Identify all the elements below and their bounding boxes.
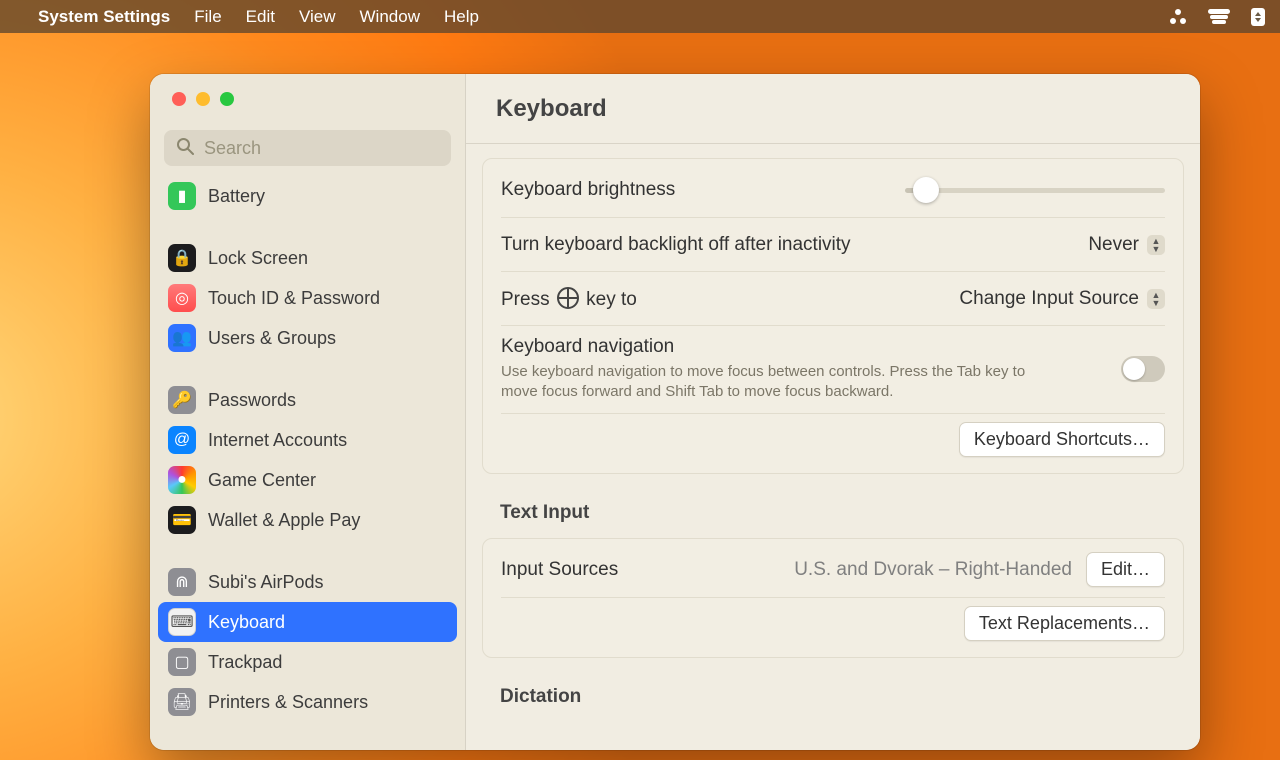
sidebar-item-label: Passwords (208, 390, 296, 411)
sidebar-item-label: Game Center (208, 470, 316, 491)
gamecenter-icon: ● (168, 466, 196, 494)
sidebar-list[interactable]: ▮ Battery 🔒 Lock Screen ◎ Touch ID & Password… (150, 176, 465, 750)
wallet-icon: 💳 (168, 506, 196, 534)
backlight-label: Turn keyboard backlight off after inacti… (501, 234, 851, 256)
brightness-slider-thumb[interactable] (913, 177, 939, 203)
backlight-popup[interactable]: Never ▲▼ (1088, 234, 1165, 256)
chevron-updown-icon: ▲▼ (1147, 289, 1165, 309)
input-sources-value: U.S. and Dvorak – Right-Handed (794, 559, 1072, 581)
content-scroll[interactable]: Keyboard brightness Turn keyboard backli… (466, 144, 1200, 750)
input-sources-edit-button[interactable]: Edit… (1086, 552, 1165, 587)
sidebar-item-game-center[interactable]: ● Game Center (158, 460, 457, 500)
search-input[interactable] (204, 138, 439, 159)
sidebar-item-lock-screen[interactable]: 🔒 Lock Screen (158, 238, 457, 278)
chevron-updown-icon: ▲▼ (1147, 235, 1165, 255)
sidebar-item-wallet-apple-pay[interactable]: 💳 Wallet & Apple Pay (158, 500, 457, 540)
section-text-input: Text Input (500, 502, 1166, 524)
at-icon: @ (168, 426, 196, 454)
menu-help[interactable]: Help (444, 7, 479, 27)
sidebar-item-label: Battery (208, 186, 265, 207)
close-button[interactable] (172, 92, 186, 106)
page-title: Keyboard (466, 74, 1200, 144)
row-text-replacements: Text Replacements… (501, 597, 1165, 653)
globe-icon (557, 287, 579, 309)
sidebar-item-label: Keyboard (208, 612, 285, 633)
menu-window[interactable]: Window (360, 7, 420, 27)
search-icon (176, 137, 194, 160)
sidebar-item-label: Touch ID & Password (208, 288, 380, 309)
sidebar-item-trackpad[interactable]: ▢ Trackpad (158, 642, 457, 682)
input-sources-label: Input Sources (501, 559, 618, 581)
globe-popup[interactable]: Change Input Source ▲▼ (959, 288, 1165, 310)
minimize-button[interactable] (196, 92, 210, 106)
battery-icon: ▮ (168, 182, 196, 210)
printer-icon: 🖨 (168, 688, 196, 716)
status-icon-1[interactable] (1168, 7, 1188, 27)
zoom-button[interactable] (220, 92, 234, 106)
airpods-icon: ⋒ (168, 568, 196, 596)
sidebar: ▮ Battery 🔒 Lock Screen ◎ Touch ID & Password… (150, 74, 466, 750)
menu-bar: System Settings File Edit View Window He… (0, 0, 1280, 33)
key-icon: 🔑 (168, 386, 196, 414)
brightness-slider[interactable] (905, 188, 1165, 193)
nav-label: Keyboard navigation (501, 336, 1061, 358)
menu-view[interactable]: View (299, 7, 336, 27)
row-keyboard-navigation: Keyboard navigation Use keyboard navigat… (501, 325, 1165, 413)
keyboard-icon: ⌨ (168, 608, 196, 636)
trackpad-icon: ▢ (168, 648, 196, 676)
sidebar-item-label: Trackpad (208, 652, 282, 673)
sidebar-item-label: Users & Groups (208, 328, 336, 349)
fingerprint-icon: ◎ (168, 284, 196, 312)
row-globe-key: Press key to Change Input Source ▲▼ (501, 271, 1165, 325)
text-replacements-button[interactable]: Text Replacements… (964, 606, 1165, 641)
app-name[interactable]: System Settings (38, 7, 170, 27)
status-icon-2[interactable] (1208, 9, 1230, 25)
sidebar-item-battery[interactable]: ▮ Battery (158, 176, 457, 216)
users-icon: 👥 (168, 324, 196, 352)
sidebar-item-subi-s-airpods[interactable]: ⋒ Subi's AirPods (158, 562, 457, 602)
sidebar-item-label: Printers & Scanners (208, 692, 368, 713)
row-backlight-off: Turn keyboard backlight off after inacti… (501, 217, 1165, 271)
menu-edit[interactable]: Edit (246, 7, 275, 27)
sidebar-item-internet-accounts[interactable]: @ Internet Accounts (158, 420, 457, 460)
sidebar-item-keyboard[interactable]: ⌨ Keyboard (158, 602, 457, 642)
sidebar-item-touch-id-password[interactable]: ◎ Touch ID & Password (158, 278, 457, 318)
globe-label: Press key to (501, 287, 637, 311)
brightness-label: Keyboard brightness (501, 179, 675, 201)
sidebar-item-label: Wallet & Apple Pay (208, 510, 360, 531)
lock-icon: 🔒 (168, 244, 196, 272)
globe-value: Change Input Source (959, 288, 1139, 310)
sidebar-item-label: Subi's AirPods (208, 572, 324, 593)
keyboard-shortcuts-button[interactable]: Keyboard Shortcuts… (959, 422, 1165, 457)
sidebar-item-label: Lock Screen (208, 248, 308, 269)
sidebar-item-label: Internet Accounts (208, 430, 347, 451)
status-icon-3[interactable] (1250, 7, 1266, 27)
row-shortcuts: Keyboard Shortcuts… (501, 413, 1165, 469)
text-input-panel: Input Sources U.S. and Dvorak – Right-Ha… (482, 538, 1184, 658)
row-brightness: Keyboard brightness (501, 163, 1165, 217)
row-input-sources: Input Sources U.S. and Dvorak – Right-Ha… (501, 543, 1165, 597)
section-dictation: Dictation (500, 686, 1166, 708)
window-titlebar (150, 74, 465, 124)
nav-description: Use keyboard navigation to move focus be… (501, 362, 1061, 403)
search-field[interactable] (164, 130, 451, 166)
backlight-value: Never (1088, 234, 1139, 256)
menu-file[interactable]: File (194, 7, 221, 27)
keyboard-panel: Keyboard brightness Turn keyboard backli… (482, 158, 1184, 474)
sidebar-item-users-groups[interactable]: 👥 Users & Groups (158, 318, 457, 358)
sidebar-item-printers-scanners[interactable]: 🖨 Printers & Scanners (158, 682, 457, 722)
content-pane: Keyboard Keyboard brightness Turn keyboa… (466, 74, 1200, 750)
nav-switch[interactable] (1121, 356, 1165, 382)
settings-window: ▮ Battery 🔒 Lock Screen ◎ Touch ID & Password… (150, 74, 1200, 750)
sidebar-item-passwords[interactable]: 🔑 Passwords (158, 380, 457, 420)
